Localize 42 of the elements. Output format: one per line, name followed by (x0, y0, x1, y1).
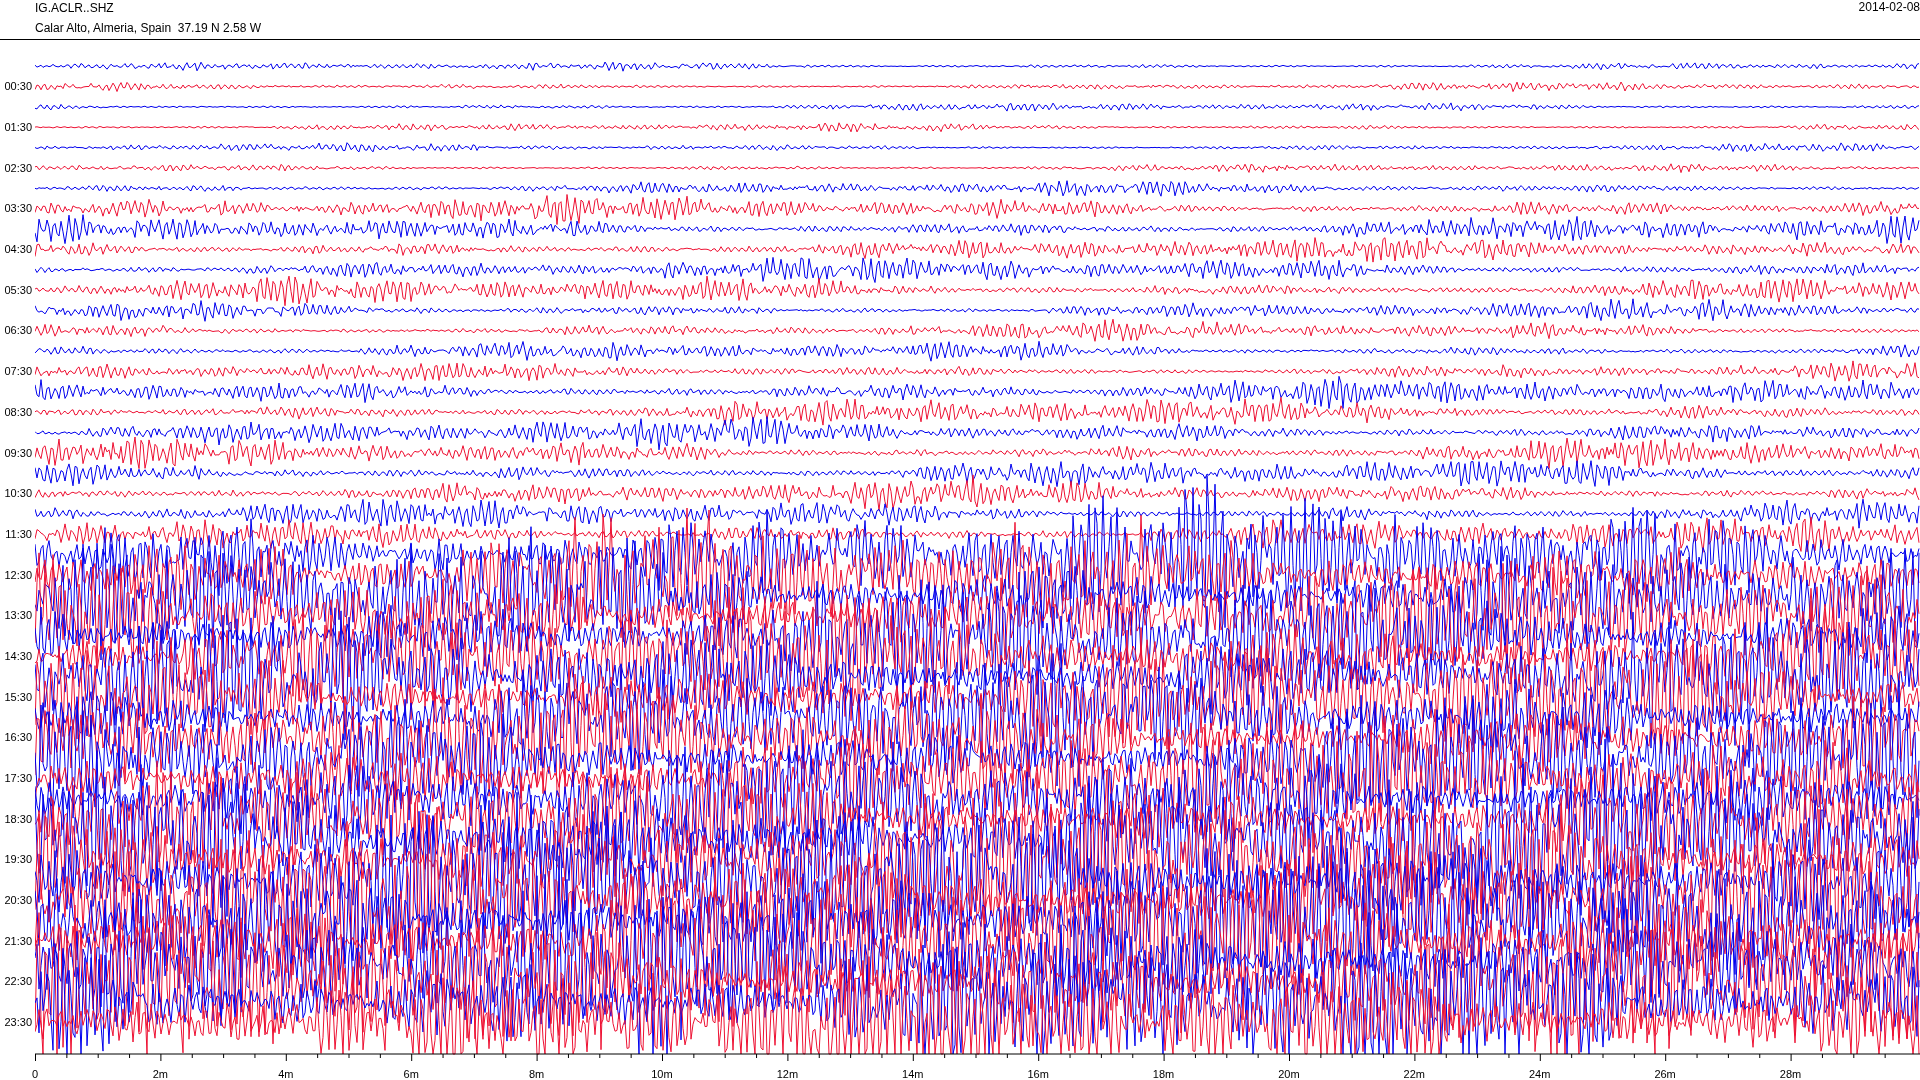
hour-label: 22:30 (4, 975, 32, 988)
hour-label: 05:30 (4, 283, 32, 296)
hour-label: 06:30 (4, 324, 32, 337)
minute-label: 18m (1152, 1068, 1175, 1080)
minute-label: 28m (1779, 1068, 1802, 1080)
date-label: 2014-02-08 (1858, 0, 1920, 16)
minute-label: 20m (1278, 1068, 1300, 1080)
hour-label: 01:30 (4, 121, 32, 134)
hour-label: 21:30 (4, 934, 32, 947)
minute-label: 12m (776, 1068, 799, 1080)
station-code: IG.ACLR..SHZ (35, 1, 115, 15)
hour-label: 08:30 (4, 406, 32, 418)
minute-label: 8m (528, 1068, 545, 1080)
hour-label: 07:30 (4, 365, 32, 378)
hour-label: 00:30 (4, 80, 32, 93)
hour-label: 10:30 (4, 487, 32, 500)
hour-label: 20:30 (4, 894, 32, 907)
hour-label: 23:30 (4, 1016, 32, 1029)
hour-label: 13:30 (4, 609, 32, 622)
hour-label: 11:30 (5, 528, 32, 541)
hour-label: 04:30 (4, 243, 32, 256)
hour-label: 02:30 (4, 161, 32, 174)
hour-label: 18:30 (4, 812, 32, 825)
minute-label: 24m (1529, 1068, 1551, 1080)
minute-label: 10m (651, 1068, 673, 1080)
station-location: Calar Alto, Almeria, Spain 37.19 N 2.58 W (35, 21, 262, 35)
hour-label: 17:30 (4, 772, 32, 785)
minute-label: 6m (403, 1068, 419, 1080)
hour-label: 03:30 (4, 202, 32, 215)
minute-label: 14m (902, 1068, 924, 1080)
minute-label: 2m (152, 1068, 169, 1080)
hour-label: 16:30 (4, 731, 32, 744)
minute-label: 0 (31, 1068, 39, 1080)
minute-label: 4m (278, 1068, 294, 1080)
hour-label: 12:30 (4, 568, 32, 581)
hour-label: 09:30 (4, 446, 32, 459)
minute-label: 22m (1403, 1068, 1425, 1080)
minute-label: 16m (1027, 1068, 1049, 1080)
hour-label: 15:30 (4, 690, 32, 703)
minute-label: 26m (1654, 1068, 1676, 1080)
hour-label: 19:30 (4, 853, 32, 866)
hour-label: 14:30 (4, 650, 32, 663)
